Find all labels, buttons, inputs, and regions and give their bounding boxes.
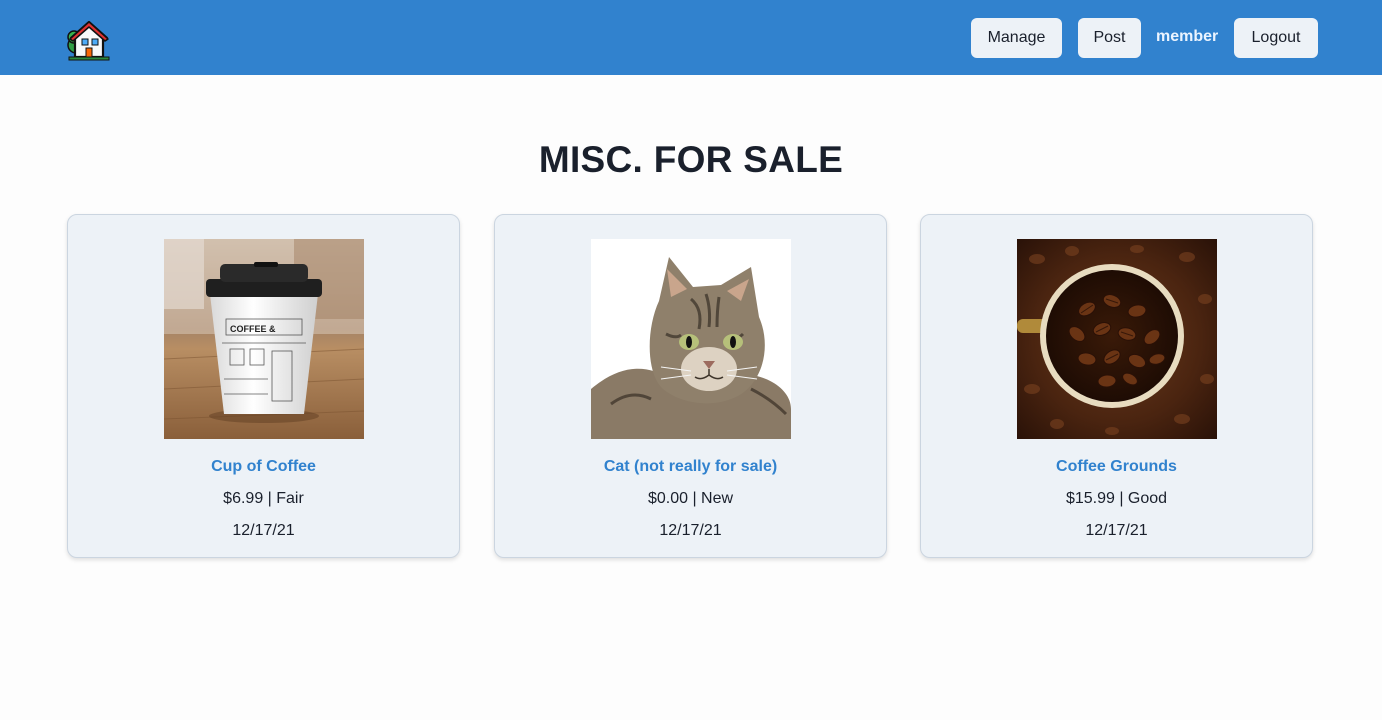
listing-price-condition: $6.99 | Fair (223, 490, 304, 507)
coffee-cup-photo[interactable]: COFFEE & (164, 239, 364, 439)
navbar: Manage Post member Logout (0, 0, 1382, 75)
house-icon[interactable] (67, 19, 111, 61)
tabby-cat-photo[interactable] (591, 239, 791, 439)
username-label: member (1156, 28, 1219, 45)
listing-title[interactable]: Coffee Grounds (921, 458, 1312, 476)
listing-card[interactable]: Coffee Grounds $15.99 | Good 12/17/21 (920, 214, 1313, 558)
coffee-beans-photo[interactable] (1017, 239, 1217, 439)
listing-price-condition: $0.00 | New (647, 490, 734, 507)
listing-date: 12/17/21 (232, 522, 295, 539)
listing-date: 12/17/21 (1085, 522, 1148, 539)
listing-date: 12/17/21 (659, 522, 722, 539)
listing-price-condition: $15.99 | Good (1065, 490, 1168, 507)
listing-title[interactable]: Cat (not really for sale) (495, 458, 886, 476)
listing-title[interactable]: Cup of Coffee (68, 458, 459, 476)
post-button[interactable]: Post (1078, 18, 1141, 58)
manage-button[interactable]: Manage (971, 18, 1062, 58)
svg-text:COFFEE &: COFFEE & (230, 324, 276, 334)
page-title: MISC. FOR SALE (538, 139, 844, 180)
logout-button[interactable]: Logout (1234, 18, 1318, 58)
listing-card[interactable]: Cat (not really for sale) $0.00 | New 12… (494, 214, 887, 558)
listing-card[interactable]: COFFEE & Cup of Coffee $6.99 | Fair 12/1… (67, 214, 460, 558)
